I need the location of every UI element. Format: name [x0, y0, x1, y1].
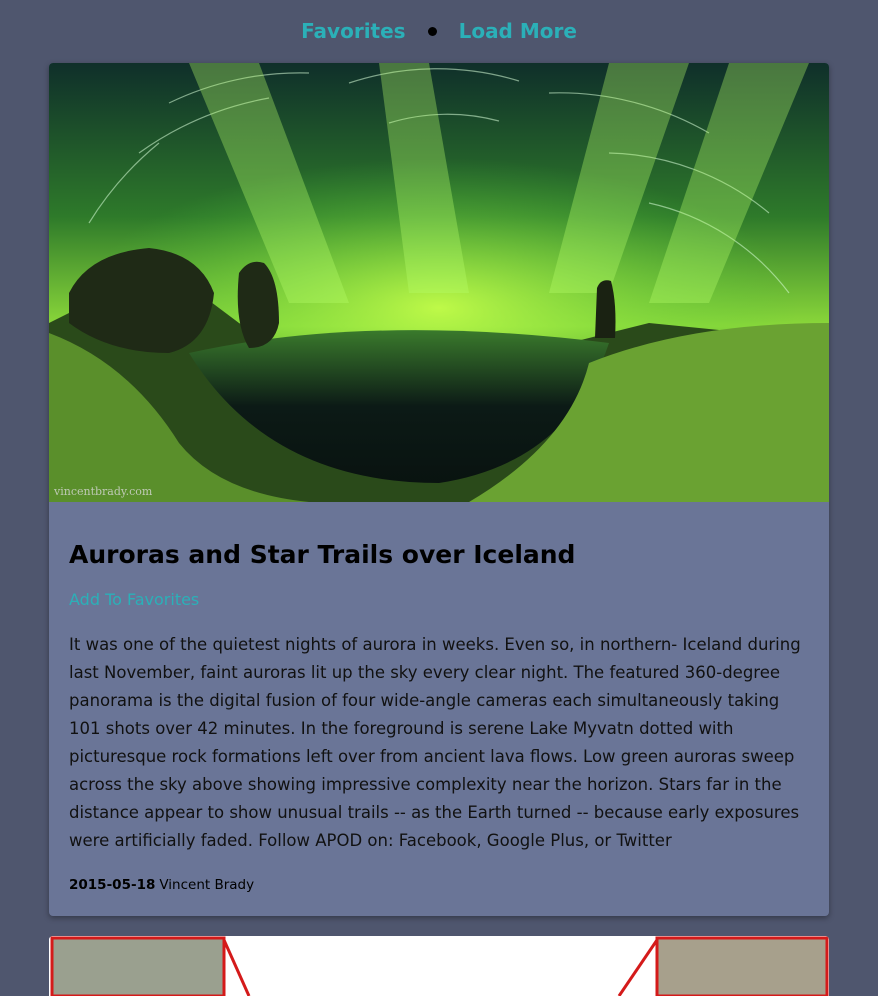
next-post-card	[49, 936, 829, 996]
post-description: It was one of the quietest nights of aur…	[69, 635, 801, 850]
post-body: Auroras and Star Trails over Iceland Add…	[49, 502, 829, 893]
aurora-photo[interactable]: vincentbrady.com	[49, 63, 829, 502]
nav-separator-dot	[427, 26, 437, 36]
post-author: Vincent Brady	[159, 877, 255, 893]
post-card: vincentbrady.com Auroras and Star Trails…	[49, 63, 829, 916]
next-post-image[interactable]	[49, 936, 829, 996]
add-to-favorites-link[interactable]: Add To Favorites	[69, 590, 199, 609]
favorites-link[interactable]: Favorites	[301, 19, 406, 43]
post-title: Auroras and Star Trails over Iceland	[69, 540, 576, 569]
load-more-link[interactable]: Load More	[459, 19, 577, 43]
post-meta: 2015-05-18 Vincent Brady	[69, 877, 809, 893]
top-nav: Favorites Load More	[0, 0, 878, 62]
post-date: 2015-05-18	[69, 877, 156, 893]
image-watermark: vincentbrady.com	[53, 485, 153, 498]
